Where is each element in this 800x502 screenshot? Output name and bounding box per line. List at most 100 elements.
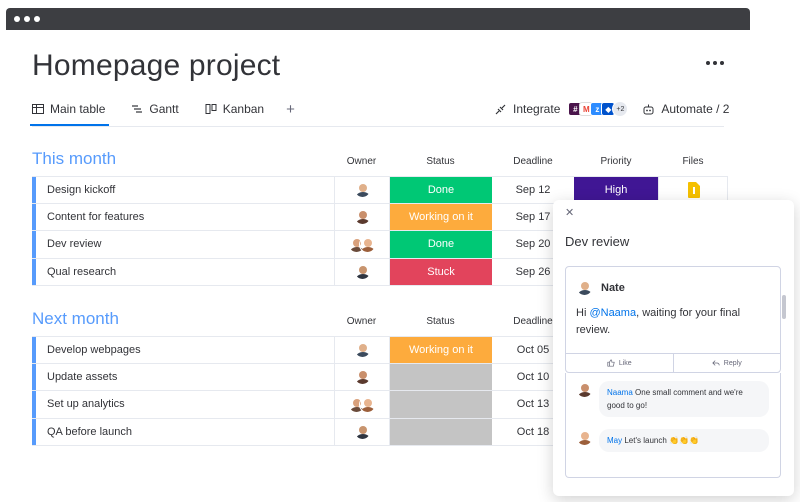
avatar	[353, 423, 371, 441]
status-cell[interactable]: Working on it	[389, 203, 492, 230]
panel-title: Dev review	[565, 234, 630, 249]
integrate-button[interactable]: Integrate	[494, 102, 560, 116]
group-color-bar	[32, 177, 36, 203]
reply-icon	[712, 360, 720, 366]
replies-section: Naama One small comment and we're good t…	[565, 373, 781, 478]
window-dot	[24, 16, 30, 22]
group-title[interactable]: This month	[32, 149, 116, 169]
group-title[interactable]: Next month	[32, 309, 119, 329]
column-header-priority[interactable]: Priority	[574, 156, 658, 167]
add-view-button[interactable]: +	[286, 101, 295, 118]
group-color-bar	[32, 231, 36, 258]
status-cell[interactable]	[389, 391, 492, 418]
deadline-cell[interactable]: Sep 12	[492, 177, 574, 203]
reply-author[interactable]: Naama	[607, 388, 633, 397]
column-header-files[interactable]: Files	[658, 156, 728, 167]
group-color-bar	[32, 391, 36, 418]
owner-cell[interactable]	[334, 231, 389, 258]
owner-cell[interactable]	[334, 363, 389, 390]
update-card: Nate Hi @Naama, waiting for your final r…	[565, 266, 781, 373]
avatar	[576, 429, 593, 446]
like-button[interactable]: Like	[566, 354, 673, 372]
tab-label: Main table	[50, 102, 106, 116]
tab-main-table[interactable]: Main table	[29, 98, 110, 126]
integrate-label: Integrate	[513, 102, 561, 116]
column-header-owner[interactable]: Owner	[334, 316, 389, 327]
tabs-divider	[32, 126, 724, 127]
reply-author[interactable]: May	[607, 436, 622, 445]
integration-apps[interactable]: # M z ◆ +2	[568, 101, 629, 117]
mention-link[interactable]: @Naama	[589, 307, 636, 319]
item-name[interactable]: Set up analytics	[47, 391, 125, 418]
app-window: Homepage project Main table Gantt Kanban…	[0, 0, 800, 502]
owner-cell[interactable]	[334, 391, 389, 418]
automate-label: Automate / 2	[661, 102, 730, 116]
reply-item: May Let's launch 👏👏👏	[576, 429, 769, 452]
group-color-bar	[32, 418, 36, 445]
status-cell[interactable]	[389, 363, 492, 390]
item-name[interactable]: Content for features	[47, 204, 144, 231]
column-header-status[interactable]: Status	[389, 156, 492, 167]
google-doc-file-icon[interactable]	[687, 181, 700, 198]
owner-cell[interactable]	[334, 203, 389, 230]
integrate-icon	[495, 104, 506, 114]
avatar	[359, 235, 376, 253]
board-toolbar: Integrate # M z ◆ +2 Automate / 2	[494, 98, 729, 120]
item-name[interactable]: Dev review	[47, 231, 101, 258]
item-name[interactable]: QA before launch	[47, 419, 132, 446]
thumbs-up-icon	[607, 359, 615, 367]
owner-cell[interactable]	[334, 418, 389, 445]
item-name[interactable]: Design kickoff	[47, 177, 115, 203]
window-titlebar	[6, 8, 750, 30]
more-options-button[interactable]	[706, 58, 726, 68]
item-name[interactable]: Update assets	[47, 364, 117, 391]
close-icon[interactable]: ✕	[565, 206, 574, 219]
window-dot	[34, 16, 40, 22]
column-header-status[interactable]: Status	[389, 316, 492, 327]
author-name: Nate	[601, 281, 625, 294]
tab-label: Kanban	[222, 102, 265, 116]
group-color-bar	[32, 203, 36, 230]
status-cell[interactable]: Working on it	[389, 337, 492, 363]
column-header-deadline[interactable]: Deadline	[492, 156, 574, 167]
avatar	[576, 381, 593, 398]
column-header-owner[interactable]: Owner	[334, 156, 389, 167]
update-author: Nate	[576, 279, 625, 296]
table-icon	[32, 104, 44, 114]
item-updates-panel: ✕ Dev review Nate Hi @Naama, waiting for…	[553, 200, 794, 496]
status-cell[interactable]: Stuck	[389, 258, 492, 285]
owner-cell[interactable]	[334, 177, 389, 203]
item-name[interactable]: Qual research	[47, 259, 116, 286]
avatar	[359, 395, 376, 413]
window-dot	[14, 16, 20, 22]
reply-label: Reply	[723, 359, 742, 367]
tab-gantt[interactable]: Gantt	[131, 98, 179, 120]
robot-icon	[643, 104, 654, 114]
like-label: Like	[618, 359, 632, 367]
group-color-bar	[32, 258, 36, 285]
status-cell[interactable]	[389, 418, 492, 445]
gantt-icon	[132, 105, 143, 113]
update-actions: Like Reply	[566, 353, 780, 372]
owner-cell[interactable]	[334, 337, 389, 363]
priority-cell[interactable]: High	[574, 177, 658, 203]
avatar	[353, 181, 371, 199]
panel-scrollbar[interactable]	[782, 295, 786, 319]
avatar	[576, 279, 593, 296]
view-tabs: Main table Gantt Kanban +	[29, 98, 295, 126]
item-name[interactable]: Develop webpages	[47, 337, 141, 363]
automate-button[interactable]: Automate / 2	[642, 102, 729, 116]
avatar	[353, 208, 371, 226]
update-text: Hi @Naama, waiting for your final review…	[576, 307, 741, 336]
reply-button[interactable]: Reply	[672, 354, 781, 372]
files-cell[interactable]	[658, 177, 728, 203]
status-cell[interactable]: Done	[389, 231, 492, 258]
kanban-icon	[205, 104, 217, 114]
status-cell[interactable]: Done	[389, 177, 492, 203]
reply-text: Let's launch 👏👏👏	[624, 436, 699, 445]
reply-bubble: Naama One small comment and we're good t…	[599, 381, 769, 417]
tab-kanban[interactable]: Kanban	[205, 98, 264, 120]
avatar	[353, 263, 371, 281]
page-title: Homepage project	[32, 49, 281, 82]
owner-cell[interactable]	[334, 258, 389, 285]
